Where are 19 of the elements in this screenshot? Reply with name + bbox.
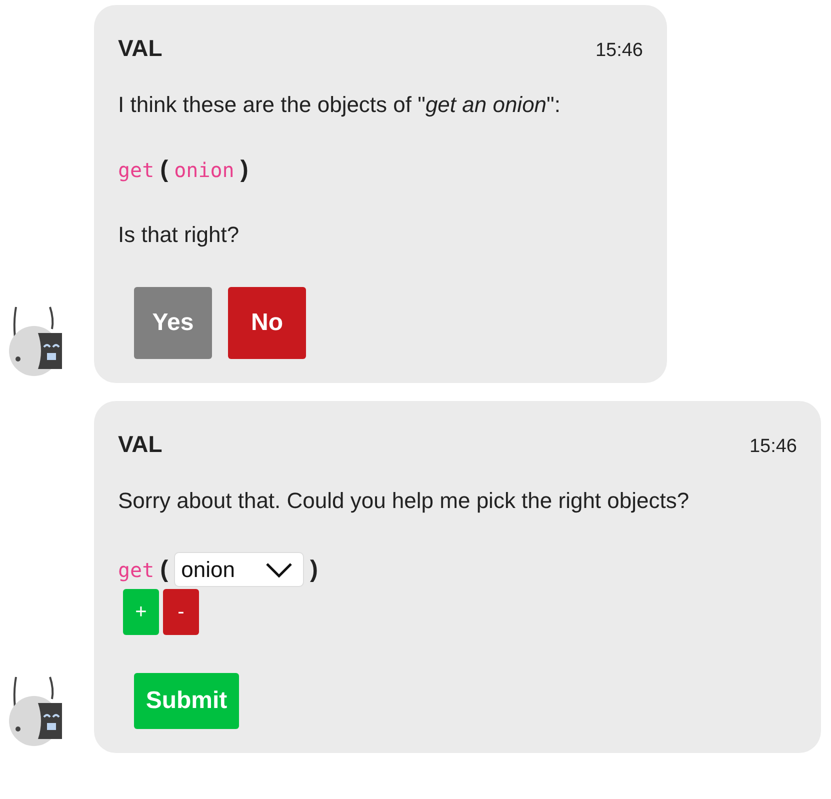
message-text: Is that right? [118, 222, 240, 249]
message-time: 15:46 [595, 40, 643, 62]
message-text: I think these are the objects of "get an onion": [118, 92, 562, 118]
parenthesis: ) [240, 156, 248, 184]
sender-name: VAL [118, 35, 162, 62]
parenthesis: ( [160, 556, 168, 584]
sender-name: VAL [118, 430, 162, 458]
message-time: 15:46 [749, 436, 797, 458]
remove-button[interactable]: - [163, 589, 199, 636]
action-button[interactable]: No [228, 286, 306, 359]
chevron-down-icon [264, 562, 293, 578]
parenthesis: ) [310, 556, 318, 584]
action-button[interactable]: Yes [134, 286, 212, 359]
code-verb: get [118, 558, 154, 582]
code-argument: onion [174, 158, 234, 182]
message-text: Sorry about that. Could you help me pick the right objects? [118, 488, 690, 514]
parenthesis: ( [160, 156, 168, 184]
object-dropdown[interactable]: onion [174, 552, 304, 588]
code-verb: get [118, 158, 154, 182]
